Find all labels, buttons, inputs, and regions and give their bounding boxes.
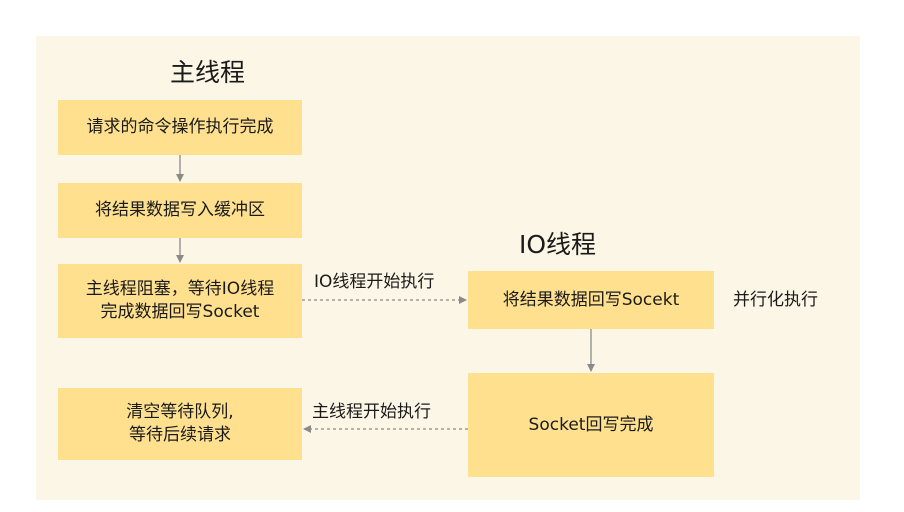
- parallel-execution-label: 并行化执行: [733, 290, 818, 310]
- step-write-buffer: 将结果数据写入缓冲区: [58, 183, 302, 238]
- step-command-done: 请求的命令操作执行完成: [58, 100, 302, 155]
- step-clear-queue: 清空等待队列, 等待后续请求: [58, 388, 302, 460]
- io-thread-start-label: IO线程开始执行: [314, 272, 435, 292]
- step-clear-queue-line1: 清空等待队列,: [126, 402, 234, 423]
- step-main-blocked-line2: 完成数据回写Socket: [100, 302, 260, 322]
- step-clear-queue-line2: 等待后续请求: [129, 425, 231, 445]
- main-thread-start-label: 主线程开始执行: [312, 402, 431, 422]
- step-main-blocked-line1: 主线程阻塞，等待IO线程: [85, 279, 275, 300]
- step-write-buffer-label: 将结果数据写入缓冲区: [95, 200, 265, 221]
- step-socket-write-done-label: Socket回写完成: [528, 414, 654, 435]
- main-thread-title: 主线程: [170, 58, 246, 87]
- io-thread-title: IO线程: [519, 230, 597, 259]
- step-main-blocked: 主线程阻塞，等待IO线程 完成数据回写Socket: [58, 264, 302, 338]
- step-command-done-label: 请求的命令操作执行完成: [86, 117, 274, 138]
- step-io-write-socket-label: 将结果数据回写Socekt: [502, 289, 680, 310]
- step-io-write-socket: 将结果数据回写Socekt: [468, 271, 714, 329]
- step-socket-write-done: Socket回写完成: [468, 373, 714, 477]
